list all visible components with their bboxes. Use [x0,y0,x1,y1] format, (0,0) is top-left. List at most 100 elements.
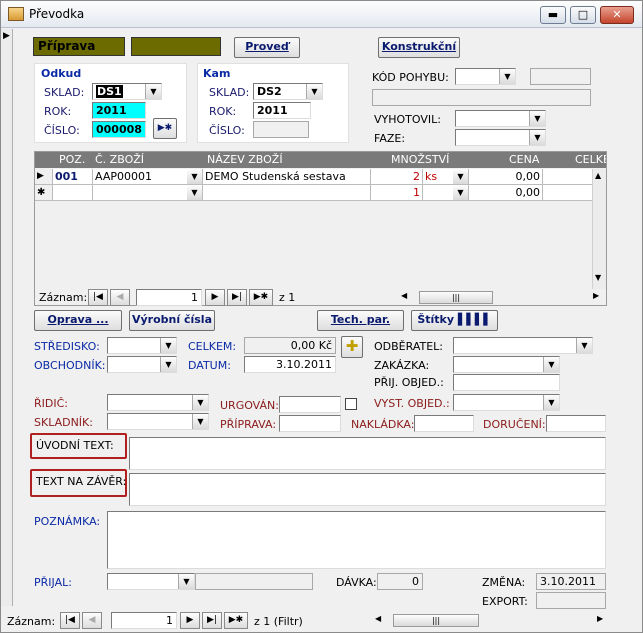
row1-nazev[interactable]: DEMO Studenská sestava [203,169,371,185]
chevron-down-icon[interactable]: ▼ [160,338,176,353]
scroll-right-icon[interactable]: ▶ [597,614,603,623]
chevron-down-icon[interactable]: ▼ [529,111,545,126]
scroll-thumb[interactable]: ||| [419,291,493,304]
row1-cena[interactable]: 0,00 [469,169,543,185]
vyst-objed-combo[interactable]: ▼ [453,394,560,411]
row1-mnozstvi[interactable]: 2 [371,169,423,185]
odkud-cislo-field[interactable]: 000008 [92,121,146,138]
oprava-button[interactable]: Oprava ... [34,310,122,331]
new-number-button[interactable]: ▶✱ [153,118,177,139]
tech-par-button[interactable]: Tech. par. [317,310,404,331]
close-button[interactable]: ✕ [600,6,634,24]
grid-vertical-scrollbar[interactable]: ▲ ▼ [592,169,606,289]
chevron-down-icon[interactable]: ▼ [178,574,194,589]
chevron-down-icon[interactable]: ▼ [499,69,515,84]
datum-field[interactable]: 3.10.2011 [244,356,336,373]
odberatel-label: ODBĚRATEL: [374,340,443,353]
header-nazev-zbozi[interactable]: NÁZEV ZBOŽÍ [207,152,367,168]
last-record-icon[interactable]: ▶| [202,612,222,629]
scroll-up-icon[interactable]: ▲ [595,171,601,180]
status-priprava: Příprava [33,37,125,56]
urgovan-field[interactable] [279,396,341,413]
new-record-icon[interactable]: ▶✱ [249,289,273,306]
scroll-thumb[interactable]: ||| [393,614,479,627]
doruceni-field[interactable] [546,415,606,432]
vyrobni-cisla-button[interactable]: Výrobní čísla [129,310,215,331]
obchodnik-label: OBCHODNÍK: [34,359,106,372]
vyhotovil-combo[interactable]: ▼ [455,110,546,127]
konstrukcni-button[interactable]: Konstrukční [378,37,460,58]
odberatel-combo[interactable]: ▼ [453,337,593,354]
row2-cena[interactable]: 0,00 [469,185,543,201]
next-record-icon[interactable]: ▶ [205,289,225,306]
stredisko-combo[interactable]: ▼ [107,337,177,354]
chevron-down-icon[interactable]: ▼ [187,169,203,185]
uvodni-text-field[interactable] [129,437,606,470]
skladnik-combo[interactable]: ▼ [107,413,209,430]
first-record-icon[interactable]: |◀ [60,612,80,629]
chevron-down-icon[interactable]: ▼ [529,130,545,145]
chevron-down-icon[interactable]: ▼ [192,395,208,410]
first-record-icon[interactable]: |◀ [88,289,108,306]
header-celkem[interactable]: CELKE [575,152,606,168]
priprava-field[interactable] [279,415,341,432]
row2-mnozstvi[interactable]: 1 [371,185,423,201]
minimize-button[interactable]: ▬ [540,6,566,24]
faze-combo[interactable]: ▼ [455,129,546,146]
header-mnozstvi[interactable]: MNOŽSTVÍ [391,152,451,168]
zakazka-combo[interactable]: ▼ [453,356,560,373]
zaver-text-field[interactable] [129,473,606,506]
kod-pohybu-name [372,89,591,106]
chevron-down-icon[interactable]: ▼ [187,185,203,201]
kod-pohybu-combo[interactable]: ▼ [455,68,516,85]
stitky-button[interactable]: Štítky ▌▌▌▌ [411,310,498,331]
obchodnik-combo[interactable]: ▼ [107,356,177,373]
chevron-down-icon[interactable]: ▼ [543,357,559,372]
proved-button[interactable]: Proveď [234,37,300,58]
header-cislo-zbozi[interactable]: Č. ZBOŽÍ [95,152,195,168]
header-poz[interactable]: POZ. [59,152,93,168]
odkud-rok-field[interactable]: 2011 [92,102,146,119]
row-selector-icon[interactable]: ▶ [35,169,53,185]
kam-sklad-combo[interactable]: DS2 ▼ [253,83,323,100]
kam-rok-field[interactable]: 2011 [253,102,311,119]
chevron-down-icon[interactable]: ▼ [543,395,559,410]
row2-poz[interactable] [53,185,93,201]
prijal-combo[interactable]: ▼ [107,573,195,590]
add-plus-icon[interactable]: ✚ [341,336,363,358]
chevron-down-icon[interactable]: ▼ [160,357,176,372]
record-selector[interactable]: ▶ [1,29,13,606]
next-record-icon[interactable]: ▶ [180,612,200,629]
prev-record-icon[interactable]: ◀ [110,289,130,306]
chevron-down-icon[interactable]: ▼ [453,169,469,185]
chevron-down-icon[interactable]: ▼ [576,338,592,353]
chevron-down-icon[interactable]: ▼ [192,414,208,429]
new-record-icon[interactable]: ▶✱ [224,612,248,629]
skladnik-label: SKLADNÍK: [34,416,93,429]
celkem-field: 0,00 Kč [244,337,336,354]
row1-poz[interactable]: 001 [53,169,93,185]
new-row-icon[interactable]: ✱ [35,185,53,201]
bottom-record-number[interactable]: 1 [111,612,177,629]
scroll-right-icon[interactable]: ▶ [593,291,599,300]
scroll-down-icon[interactable]: ▼ [595,273,601,282]
chevron-down-icon[interactable]: ▼ [306,84,322,99]
last-record-icon[interactable]: ▶| [227,289,247,306]
form-horizontal-scrollbar[interactable]: ◀ ||| ▶ [373,613,609,628]
chevron-down-icon[interactable]: ▼ [453,185,469,201]
prij-objed-field[interactable] [453,374,560,391]
scroll-left-icon[interactable]: ◀ [401,291,407,300]
nakladka-field[interactable] [414,415,474,432]
grid-record-number[interactable]: 1 [136,289,202,306]
header-cena[interactable]: CENA [509,152,549,168]
ridic-combo[interactable]: ▼ [107,394,209,411]
prev-record-icon[interactable]: ◀ [82,612,102,629]
scroll-left-icon[interactable]: ◀ [375,614,381,623]
odkud-sklad-combo[interactable]: DS1 ▼ [92,83,162,100]
urgovan-checkbox[interactable] [345,398,357,410]
chevron-down-icon[interactable]: ▼ [145,84,161,99]
row2-nazev[interactable] [203,185,371,201]
grid-horizontal-scrollbar[interactable]: ◀ ||| ▶ [399,290,605,305]
maximize-button[interactable]: □ [570,6,596,24]
poznamka-field[interactable] [107,511,606,569]
